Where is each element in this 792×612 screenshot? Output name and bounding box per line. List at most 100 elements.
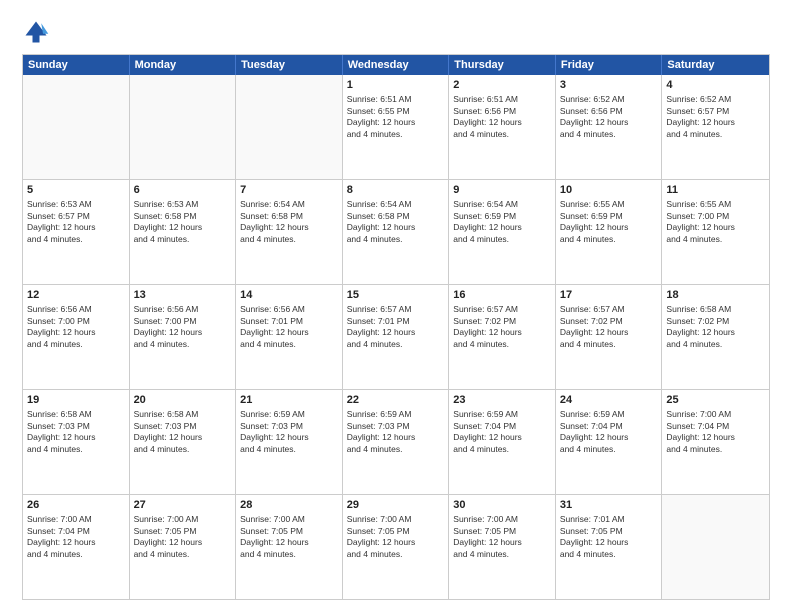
day-number: 13: [134, 288, 232, 303]
day-number: 25: [666, 393, 765, 408]
cell-text: Sunrise: 6:52 AM Sunset: 6:56 PM Dayligh…: [560, 94, 658, 141]
cell-text: Sunrise: 6:59 AM Sunset: 7:03 PM Dayligh…: [347, 409, 445, 456]
day-number: 8: [347, 183, 445, 198]
cell-text: Sunrise: 7:00 AM Sunset: 7:05 PM Dayligh…: [347, 514, 445, 561]
cell-text: Sunrise: 6:52 AM Sunset: 6:57 PM Dayligh…: [666, 94, 765, 141]
calendar-cell: 29Sunrise: 7:00 AM Sunset: 7:05 PM Dayli…: [343, 495, 450, 599]
calendar-row-3: 12 Sunrise: 6:56 AM Sunset: 7:00 PM Dayli…: [23, 284, 769, 389]
calendar-cell: 10Sunrise: 6:55 AM Sunset: 6:59 PM Dayli…: [556, 180, 663, 284]
calendar-cell: 3Sunrise: 6:52 AM Sunset: 6:56 PM Daylig…: [556, 75, 663, 179]
day-number: 15: [347, 288, 445, 303]
calendar-row-1: 1Sunrise: 6:51 AM Sunset: 6:55 PM Daylig…: [23, 75, 769, 179]
calendar-cell: 11Sunrise: 6:55 AM Sunset: 7:00 PM Dayli…: [662, 180, 769, 284]
calendar-cell: 28Sunrise: 7:00 AM Sunset: 7:05 PM Dayli…: [236, 495, 343, 599]
cell-text: Sunrise: 7:00 AM Sunset: 7:04 PM Dayligh…: [666, 409, 765, 456]
calendar-cell: 23Sunrise: 6:59 AM Sunset: 7:04 PM Dayli…: [449, 390, 556, 494]
calendar-cell: [236, 75, 343, 179]
cell-text: Sunrise: 6:59 AM Sunset: 7:04 PM Dayligh…: [453, 409, 551, 456]
day-number: 22: [347, 393, 445, 408]
header-day-friday: Friday: [556, 55, 663, 75]
calendar-row-4: 19Sunrise: 6:58 AM Sunset: 7:03 PM Dayli…: [23, 389, 769, 494]
calendar-cell: 18Sunrise: 6:58 AM Sunset: 7:02 PM Dayli…: [662, 285, 769, 389]
cell-text: Sunrise: 6:51 AM Sunset: 6:55 PM Dayligh…: [347, 94, 445, 141]
day-number: 1: [347, 78, 445, 93]
calendar-cell: 15Sunrise: 6:57 AM Sunset: 7:01 PM Dayli…: [343, 285, 450, 389]
calendar-cell: 7Sunrise: 6:54 AM Sunset: 6:58 PM Daylig…: [236, 180, 343, 284]
day-number: 4: [666, 78, 765, 93]
logo-icon: [22, 18, 50, 46]
calendar-cell: 19Sunrise: 6:58 AM Sunset: 7:03 PM Dayli…: [23, 390, 130, 494]
day-number: 3: [560, 78, 658, 93]
calendar-cell: 31Sunrise: 7:01 AM Sunset: 7:05 PM Dayli…: [556, 495, 663, 599]
calendar-body: 1Sunrise: 6:51 AM Sunset: 6:55 PM Daylig…: [23, 75, 769, 599]
cell-text: Sunrise: 7:00 AM Sunset: 7:04 PM Dayligh…: [27, 514, 125, 561]
day-number: 11: [666, 183, 765, 198]
header-day-wednesday: Wednesday: [343, 55, 450, 75]
day-number: 9: [453, 183, 551, 198]
calendar-cell: 16Sunrise: 6:57 AM Sunset: 7:02 PM Dayli…: [449, 285, 556, 389]
cell-text: Sunrise: 7:01 AM Sunset: 7:05 PM Dayligh…: [560, 514, 658, 561]
calendar-cell: 4Sunrise: 6:52 AM Sunset: 6:57 PM Daylig…: [662, 75, 769, 179]
logo: [22, 18, 54, 46]
calendar-cell: 1Sunrise: 6:51 AM Sunset: 6:55 PM Daylig…: [343, 75, 450, 179]
cell-text: Sunrise: 6:57 AM Sunset: 7:02 PM Dayligh…: [560, 304, 658, 351]
day-number: 6: [134, 183, 232, 198]
calendar-cell: 27Sunrise: 7:00 AM Sunset: 7:05 PM Dayli…: [130, 495, 237, 599]
cell-text: Sunrise: 6:54 AM Sunset: 6:58 PM Dayligh…: [240, 199, 338, 246]
calendar-cell: 22Sunrise: 6:59 AM Sunset: 7:03 PM Dayli…: [343, 390, 450, 494]
day-number: 26: [27, 498, 125, 513]
calendar-cell: 6Sunrise: 6:53 AM Sunset: 6:58 PM Daylig…: [130, 180, 237, 284]
cell-text: Sunrise: 6:57 AM Sunset: 7:01 PM Dayligh…: [347, 304, 445, 351]
cell-text: Sunrise: 6:56 AM Sunset: 7:00 PM Dayligh…: [134, 304, 232, 351]
calendar-row-5: 26Sunrise: 7:00 AM Sunset: 7:04 PM Dayli…: [23, 494, 769, 599]
calendar-cell: [130, 75, 237, 179]
calendar: SundayMondayTuesdayWednesdayThursdayFrid…: [22, 54, 770, 600]
calendar-row-2: 5Sunrise: 6:53 AM Sunset: 6:57 PM Daylig…: [23, 179, 769, 284]
cell-text: Sunrise: 6:58 AM Sunset: 7:03 PM Dayligh…: [27, 409, 125, 456]
cell-text: Sunrise: 6:55 AM Sunset: 6:59 PM Dayligh…: [560, 199, 658, 246]
calendar-cell: 30Sunrise: 7:00 AM Sunset: 7:05 PM Dayli…: [449, 495, 556, 599]
calendar-cell: 9Sunrise: 6:54 AM Sunset: 6:59 PM Daylig…: [449, 180, 556, 284]
calendar-cell: 20Sunrise: 6:58 AM Sunset: 7:03 PM Dayli…: [130, 390, 237, 494]
calendar-cell: 14Sunrise: 6:56 AM Sunset: 7:01 PM Dayli…: [236, 285, 343, 389]
day-number: 24: [560, 393, 658, 408]
day-number: 14: [240, 288, 338, 303]
day-number: 10: [560, 183, 658, 198]
cell-text: Sunrise: 6:54 AM Sunset: 6:59 PM Dayligh…: [453, 199, 551, 246]
calendar-cell: 24Sunrise: 6:59 AM Sunset: 7:04 PM Dayli…: [556, 390, 663, 494]
cell-text: Sunrise: 6:59 AM Sunset: 7:03 PM Dayligh…: [240, 409, 338, 456]
cell-text: Sunrise: 6:53 AM Sunset: 6:58 PM Dayligh…: [134, 199, 232, 246]
day-number: 27: [134, 498, 232, 513]
calendar-cell: 25Sunrise: 7:00 AM Sunset: 7:04 PM Dayli…: [662, 390, 769, 494]
day-number: 18: [666, 288, 765, 303]
day-number: 12: [27, 288, 125, 303]
calendar-cell: 5Sunrise: 6:53 AM Sunset: 6:57 PM Daylig…: [23, 180, 130, 284]
day-number: 23: [453, 393, 551, 408]
day-number: 5: [27, 183, 125, 198]
header-day-monday: Monday: [130, 55, 237, 75]
calendar-cell: 17Sunrise: 6:57 AM Sunset: 7:02 PM Dayli…: [556, 285, 663, 389]
cell-text: Sunrise: 6:57 AM Sunset: 7:02 PM Dayligh…: [453, 304, 551, 351]
cell-text: Sunrise: 6:53 AM Sunset: 6:57 PM Dayligh…: [27, 199, 125, 246]
calendar-cell: 8Sunrise: 6:54 AM Sunset: 6:58 PM Daylig…: [343, 180, 450, 284]
cell-text: Sunrise: 7:00 AM Sunset: 7:05 PM Dayligh…: [134, 514, 232, 561]
day-number: 30: [453, 498, 551, 513]
cell-text: Sunrise: 6:59 AM Sunset: 7:04 PM Dayligh…: [560, 409, 658, 456]
header-day-sunday: Sunday: [23, 55, 130, 75]
cell-text: Sunrise: 6:51 AM Sunset: 6:56 PM Dayligh…: [453, 94, 551, 141]
day-number: 31: [560, 498, 658, 513]
day-number: 2: [453, 78, 551, 93]
day-number: 20: [134, 393, 232, 408]
calendar-cell: [662, 495, 769, 599]
day-number: 29: [347, 498, 445, 513]
day-number: 28: [240, 498, 338, 513]
header-day-saturday: Saturday: [662, 55, 769, 75]
calendar-cell: 2Sunrise: 6:51 AM Sunset: 6:56 PM Daylig…: [449, 75, 556, 179]
cell-text: Sunrise: 6:55 AM Sunset: 7:00 PM Dayligh…: [666, 199, 765, 246]
day-number: 21: [240, 393, 338, 408]
header: [22, 18, 770, 46]
cell-text: Sunrise: 7:00 AM Sunset: 7:05 PM Dayligh…: [453, 514, 551, 561]
cell-text: Sunrise: 6:54 AM Sunset: 6:58 PM Dayligh…: [347, 199, 445, 246]
calendar-cell: [23, 75, 130, 179]
cell-text: Sunrise: 6:58 AM Sunset: 7:03 PM Dayligh…: [134, 409, 232, 456]
